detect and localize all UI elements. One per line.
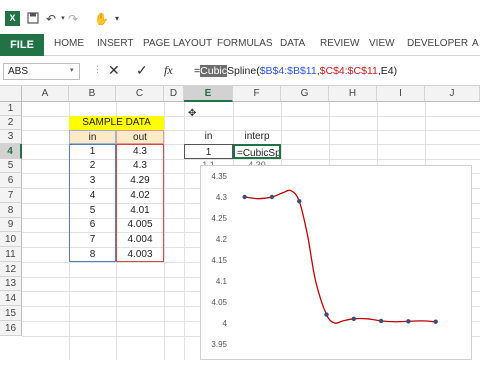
sample-out-cell[interactable]: 4.02 [116,188,164,203]
sample-out-cell[interactable]: 4.004 [116,232,164,247]
data-point-marker [378,318,384,324]
sample-in-cell[interactable]: 2 [69,159,116,173]
sample-out-header[interactable]: out [116,130,164,144]
cancel-icon[interactable]: ✕ [108,62,120,79]
y-tick-label: 3.95 [211,340,227,349]
row-header-6[interactable]: 6 [0,173,22,188]
sample-out-cell[interactable]: 4.3 [116,144,164,159]
data-point-marker [242,194,247,200]
row-header-1[interactable]: 1 [0,102,22,116]
interp-header[interactable]: interp [233,130,281,144]
formula-function-name: Spline( [227,65,260,77]
excel-icon: X [5,11,20,26]
name-box-dropdown-icon[interactable]: ▾ [70,66,74,74]
column-header-b[interactable]: B [69,86,116,102]
y-tick-label: 4.25 [211,214,227,223]
interp-in-header[interactable]: in [184,130,233,144]
row-header-3[interactable]: 3 [0,130,22,144]
y-tick-label: 4.1 [216,277,228,286]
tab-developer[interactable]: DEVELOPER [407,38,468,49]
sample-in-cell[interactable]: 4 [69,188,116,203]
sample-in-cell[interactable]: 5 [69,203,116,218]
y-tick-label: 4.05 [211,298,227,307]
tab-formulas[interactable]: FORMULAS [217,38,273,49]
interp-in-cell[interactable]: 1 [184,144,233,159]
save-icon[interactable] [26,12,40,26]
sample-out-cell[interactable]: 4.005 [116,218,164,232]
sample-out-cell[interactable]: 4.003 [116,247,164,262]
file-tab[interactable]: FILE [0,34,44,56]
y-tick-label: 4.2 [216,235,228,244]
tab-home[interactable]: HOME [54,38,84,49]
column-header-d[interactable]: D [164,86,184,102]
column-header-h[interactable]: H [329,86,377,102]
y-tick-label: 4.15 [211,256,227,265]
sample-in-header[interactable]: in [69,130,116,144]
sample-out-cell[interactable]: 4.3 [116,159,164,173]
formula-arg-2: $C$4:$C$11 [319,65,378,77]
cursor-icon: ✥ [188,108,197,119]
data-point-marker [297,199,302,204]
row-header-14[interactable]: 14 [0,291,22,306]
spline-chart[interactable]: 4.35 4.3 4.25 4.2 4.15 4.1 4.05 4 3.95 [200,165,472,360]
insert-function-icon[interactable]: fx [164,63,173,78]
tab-view[interactable]: VIEW [369,38,395,49]
sample-in-cell[interactable]: 1 [69,144,116,159]
row-header-4[interactable]: 4 [0,144,22,159]
column-header-e[interactable]: E [184,86,233,102]
row-header-12[interactable]: 12 [0,262,22,277]
column-header-j[interactable]: J [425,86,480,102]
touch-mode-icon[interactable]: ✋ [94,12,109,26]
tab-overflow[interactable]: A [472,38,479,49]
row-header-11[interactable]: 11 [0,247,22,262]
row-header-15[interactable]: 15 [0,306,22,321]
enter-icon[interactable]: ✓ [136,62,148,79]
data-point-marker [406,319,411,324]
data-point-marker [324,312,329,317]
sample-in-cell[interactable]: 7 [69,232,116,247]
formula-input[interactable]: =CubicSpline($B$4:$B$11,$C$4:$C$11,E4) [190,63,480,80]
select-all-corner[interactable] [0,86,22,102]
sample-in-cell[interactable]: 8 [69,247,116,262]
row-header-13[interactable]: 13 [0,277,22,291]
tab-page-layout[interactable]: PAGE LAYOUT [143,38,212,49]
formula-arg-3: E4 [380,65,394,77]
row-header-7[interactable]: 7 [0,188,22,203]
column-header-f[interactable]: F [233,86,281,102]
y-tick-label: 4 [223,319,228,328]
sample-out-cell[interactable]: 4.01 [116,203,164,218]
tab-insert[interactable]: INSERT [97,38,134,49]
customize-toolbar-icon[interactable]: ▾ [110,12,124,26]
data-point-marker [351,316,357,321]
row-header-16[interactable]: 16 [0,321,22,336]
y-tick-label: 4.35 [211,172,227,181]
sample-out-cell[interactable]: 4.29 [116,173,164,188]
formula-bar-grip-icon: ⋮ [93,64,102,74]
formula-arg-1: $B$4:$B$11 [259,65,317,77]
row-header-8[interactable]: 8 [0,203,22,218]
formula-selected-text: Cubic [200,65,227,77]
column-header-i[interactable]: I [377,86,425,102]
sample-data-title[interactable]: SAMPLE DATA [69,116,164,130]
tab-data[interactable]: DATA [280,38,305,49]
active-cell-editing[interactable]: =CubicSpli [233,144,281,159]
column-header-a[interactable]: A [22,86,69,102]
column-header-c[interactable]: C [116,86,164,102]
sample-in-cell[interactable]: 6 [69,218,116,232]
column-header-g[interactable]: G [281,86,329,102]
row-header-2[interactable]: 2 [0,116,22,130]
redo-icon[interactable]: ↷ [66,12,80,26]
row-header-9[interactable]: 9 [0,218,22,232]
sample-in-cell[interactable]: 3 [69,173,116,188]
data-point-marker [269,194,275,200]
tab-review[interactable]: REVIEW [320,38,359,49]
name-box[interactable]: ABS [3,63,80,80]
spline-curve-line [244,189,436,324]
y-tick-label: 4.3 [216,193,228,202]
data-point-marker [433,319,438,324]
chart-plot: 4.35 4.3 4.25 4.2 4.15 4.1 4.05 4 3.95 [211,172,438,349]
formula-close: ) [393,65,398,77]
row-header-10[interactable]: 10 [0,232,22,247]
row-header-5[interactable]: 5 [0,159,22,173]
